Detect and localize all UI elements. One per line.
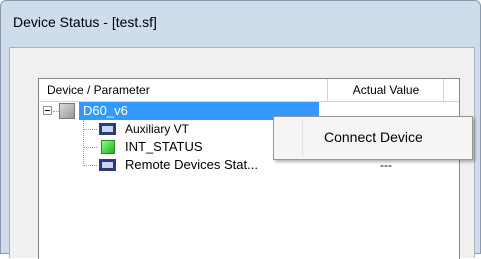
- title-bar[interactable]: Device Status - [test.sf]: [1, 1, 480, 45]
- device-gray-icon: [59, 103, 75, 119]
- column-header-device-parameter[interactable]: Device / Parameter: [39, 79, 328, 101]
- device-tree-list[interactable]: Device / Parameter Actual Value D60_v6 A…: [38, 78, 460, 259]
- menu-item-connect-device[interactable]: Connect Device: [324, 128, 423, 146]
- tree-connector: [83, 129, 97, 130]
- column-header-actual-value[interactable]: Actual Value: [329, 79, 444, 101]
- column-header: Device / Parameter Actual Value: [39, 79, 459, 102]
- device-status-window: Device Status - [test.sf] Device / Param…: [0, 0, 481, 259]
- tree-connector: [83, 165, 97, 166]
- parameter-label: Remote Devices Stat...: [125, 157, 258, 172]
- collapse-expander-icon[interactable]: [43, 106, 52, 115]
- status-green-icon: [101, 140, 115, 154]
- tree-connector: [83, 147, 97, 148]
- device-label: D60_v6: [83, 103, 128, 118]
- parameter-icon: [99, 159, 116, 171]
- parameter-label: Auxiliary VT: [125, 122, 190, 136]
- context-menu: Connect Device: [273, 116, 473, 160]
- window-title: Device Status - [test.sf]: [13, 14, 157, 30]
- parameter-icon: [99, 123, 116, 135]
- menu-icon-gutter-separator: [302, 119, 303, 157]
- parameter-label: INT_STATUS: [125, 139, 203, 154]
